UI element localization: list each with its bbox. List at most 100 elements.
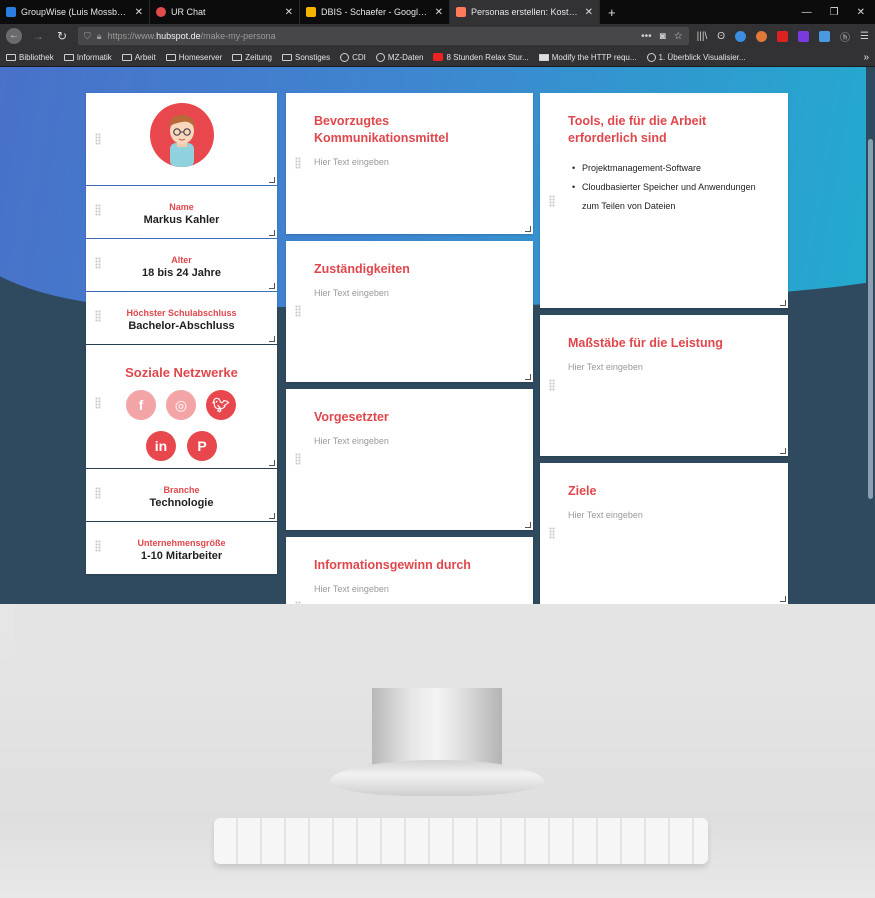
lock-icon[interactable]: 🔒︎ bbox=[97, 31, 102, 42]
bookmark-item[interactable]: Arbeit bbox=[121, 53, 156, 62]
bookmarks-overflow-icon[interactable]: » bbox=[863, 52, 869, 63]
tools-list-item[interactable]: Projektmanagement-Software bbox=[568, 159, 772, 178]
avatar[interactable] bbox=[150, 103, 214, 167]
bookmark-item[interactable]: Sonstiges bbox=[281, 53, 330, 62]
company-size-card[interactable]: Unternehmensgröße 1-10 Mitarbeiter bbox=[86, 522, 277, 574]
resize-handle-icon[interactable] bbox=[525, 374, 531, 380]
account-icon[interactable]: ʘ bbox=[717, 31, 725, 42]
resize-handle-icon[interactable] bbox=[525, 522, 531, 528]
more-actions-icon[interactable]: ••• bbox=[641, 31, 652, 42]
bookmark-item[interactable]: Zeitung bbox=[232, 53, 272, 62]
restore-icon[interactable]: ❐ bbox=[830, 7, 839, 18]
name-label: Name bbox=[169, 202, 194, 212]
minimize-icon[interactable]: — bbox=[802, 7, 812, 18]
avatar-card[interactable] bbox=[86, 93, 277, 185]
bookmark-item[interactable]: Modify the HTTP requ... bbox=[538, 53, 637, 62]
responsibilities-text-input[interactable]: Hier Text eingeben bbox=[314, 288, 389, 298]
close-window-icon[interactable]: ✕ bbox=[857, 7, 865, 18]
industry-value[interactable]: Technologie bbox=[86, 497, 277, 509]
extension-globe-icon[interactable] bbox=[735, 30, 747, 42]
bookmark-item[interactable]: Homeserver bbox=[165, 53, 222, 62]
tools-card[interactable]: Tools, die für die Arbeit erforderlich s… bbox=[540, 93, 788, 308]
shield-icon[interactable]: ⛉ bbox=[84, 31, 91, 42]
close-tab-icon[interactable]: ✕ bbox=[435, 7, 443, 18]
twitter-icon[interactable]: 🐦︎ bbox=[206, 390, 236, 420]
information-source-text-input[interactable]: Hier Text eingeben bbox=[314, 584, 389, 594]
drag-handle-icon[interactable] bbox=[549, 195, 555, 207]
information-source-card[interactable]: Informationsgewinn durch Hier Text einge… bbox=[286, 537, 533, 604]
resize-handle-icon[interactable] bbox=[269, 230, 275, 236]
company-size-value[interactable]: 1-10 Mitarbeiter bbox=[86, 550, 277, 562]
name-value[interactable]: Markus Kahler bbox=[86, 214, 277, 226]
communication-text-input[interactable]: Hier Text eingeben bbox=[314, 157, 389, 167]
bookmark-item[interactable]: Bibliothek bbox=[6, 53, 54, 62]
tab-hubspot-persona[interactable]: Personas erstellen: Kostenlose ✕ bbox=[450, 0, 600, 24]
drag-handle-icon[interactable] bbox=[295, 157, 301, 169]
resize-handle-icon[interactable] bbox=[269, 460, 275, 466]
education-value[interactable]: Bachelor-Abschluss bbox=[86, 320, 277, 332]
resize-handle-icon[interactable] bbox=[269, 336, 275, 342]
resize-handle-icon[interactable] bbox=[780, 300, 786, 306]
education-card[interactable]: Höchster Schulabschluss Bachelor-Abschlu… bbox=[86, 292, 277, 344]
goals-text-input[interactable]: Hier Text eingeben bbox=[568, 510, 643, 520]
scrollbar-thumb[interactable] bbox=[868, 139, 873, 499]
supervisor-card[interactable]: Vorgesetzter Hier Text eingeben bbox=[286, 389, 533, 530]
extension-doc-icon[interactable] bbox=[819, 30, 831, 42]
performance-metrics-card[interactable]: Maßstäbe für die Leistung Hier Text eing… bbox=[540, 315, 788, 456]
tab-ur-chat[interactable]: UR Chat ✕ bbox=[150, 0, 300, 24]
pinterest-icon[interactable]: P bbox=[187, 431, 217, 461]
extension-diamond-icon[interactable] bbox=[798, 30, 810, 42]
close-tab-icon[interactable]: ✕ bbox=[285, 7, 293, 18]
close-tab-icon[interactable]: ✕ bbox=[585, 7, 593, 18]
bookmark-item[interactable]: CDI bbox=[340, 52, 366, 62]
extension-s-icon[interactable] bbox=[777, 30, 789, 42]
close-tab-icon[interactable]: ✕ bbox=[135, 7, 143, 18]
tools-list-item[interactable]: Cloudbasierter Speicher und Anwendungen … bbox=[568, 178, 772, 216]
extension-circle-icon[interactable]: ⓗ bbox=[840, 29, 850, 44]
industry-card[interactable]: Branche Technologie bbox=[86, 469, 277, 521]
resize-handle-icon[interactable] bbox=[780, 448, 786, 454]
reload-icon[interactable]: ↻ bbox=[54, 29, 70, 43]
drag-handle-icon[interactable] bbox=[95, 133, 101, 145]
bookmark-item[interactable]: Informatik bbox=[63, 53, 112, 62]
bookmark-item[interactable]: 1. Überblick Visualisier... bbox=[646, 52, 746, 62]
tab-groupwise[interactable]: GroupWise (Luis Mossburger) ✕ bbox=[0, 0, 150, 24]
bookmark-star-icon[interactable]: ☆ bbox=[674, 31, 683, 42]
resize-handle-icon[interactable] bbox=[269, 283, 275, 289]
new-tab-button[interactable]: + bbox=[600, 0, 624, 24]
drag-handle-icon[interactable] bbox=[549, 379, 555, 391]
resize-handle-icon[interactable] bbox=[269, 513, 275, 519]
communication-card[interactable]: Bevorzugtes Kommunikationsmittel Hier Te… bbox=[286, 93, 533, 234]
social-networks-card[interactable]: Soziale Netzwerke f ◎ 🐦︎ in P bbox=[86, 345, 277, 468]
linkedin-icon[interactable]: in bbox=[146, 431, 176, 461]
drag-handle-icon[interactable] bbox=[549, 527, 555, 539]
resize-handle-icon[interactable] bbox=[525, 226, 531, 232]
age-value[interactable]: 18 bis 24 Jahre bbox=[86, 267, 277, 279]
page-scrollbar[interactable] bbox=[866, 67, 875, 604]
library-icon[interactable]: |||\ bbox=[697, 31, 708, 42]
age-card[interactable]: Alter 18 bis 24 Jahre bbox=[86, 239, 277, 291]
extension-cookie-icon[interactable] bbox=[756, 30, 768, 42]
name-card[interactable]: Name Markus Kahler bbox=[86, 186, 277, 238]
bookmark-item[interactable]: 8 Stunden Relax Stur... bbox=[433, 53, 529, 62]
responsibilities-card[interactable]: Zuständigkeiten Hier Text eingeben bbox=[286, 241, 533, 382]
drag-handle-icon[interactable] bbox=[295, 453, 301, 465]
url-bar[interactable]: ⛉ 🔒︎ https://www.hubspot.de/make-my-pers… bbox=[78, 27, 689, 45]
resize-handle-icon[interactable] bbox=[780, 596, 786, 602]
tab-dbis-slides[interactable]: DBIS - Schaefer - Google Präs ✕ bbox=[300, 0, 450, 24]
facebook-icon[interactable]: f bbox=[126, 390, 156, 420]
instagram-icon[interactable]: ◎ bbox=[166, 390, 196, 420]
resize-handle-icon[interactable] bbox=[269, 177, 275, 183]
back-icon[interactable]: ← bbox=[6, 28, 22, 44]
performance-metrics-text-input[interactable]: Hier Text eingeben bbox=[568, 362, 643, 372]
bookmark-item[interactable]: MZ-Daten bbox=[375, 52, 423, 62]
menu-icon[interactable]: ☰ bbox=[860, 31, 869, 42]
drag-handle-icon[interactable] bbox=[295, 305, 301, 317]
drag-handle-icon[interactable] bbox=[95, 397, 101, 409]
goals-card[interactable]: Ziele Hier Text eingeben bbox=[540, 463, 788, 604]
forward-icon[interactable]: → bbox=[30, 29, 46, 43]
tools-list[interactable]: Projektmanagement-Software Cloudbasierte… bbox=[568, 159, 772, 216]
pocket-icon[interactable]: ◙ bbox=[660, 31, 666, 42]
supervisor-text-input[interactable]: Hier Text eingeben bbox=[314, 436, 389, 446]
drag-handle-icon[interactable] bbox=[295, 601, 301, 604]
